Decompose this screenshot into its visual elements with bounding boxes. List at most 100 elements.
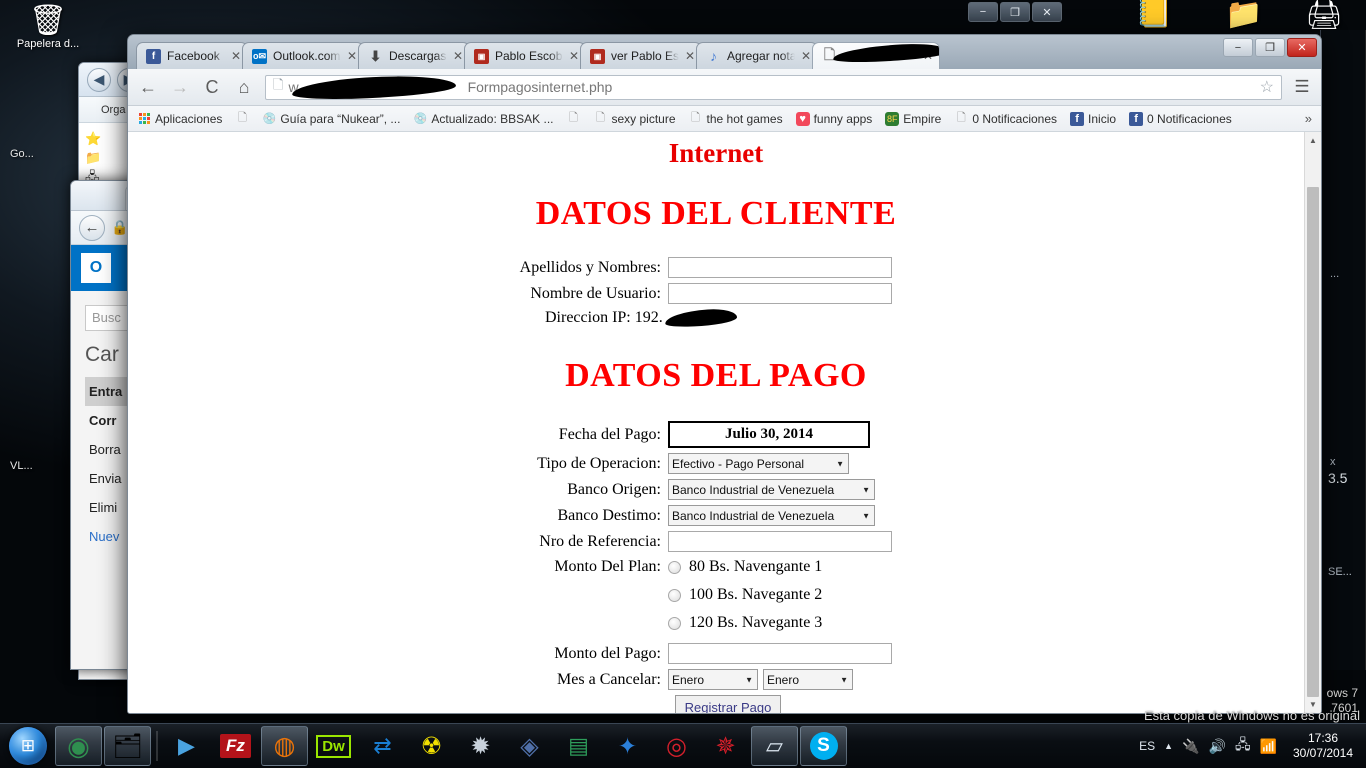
- chrome-close-button[interactable]: ✕: [1287, 38, 1317, 57]
- tab-close-icon[interactable]: ✕: [347, 49, 357, 63]
- taskbar-item-blue-app[interactable]: ✦: [604, 726, 651, 766]
- taskbar-item-notepad[interactable]: ▱: [751, 726, 798, 766]
- taskbar-item-skype[interactable]: S: [800, 726, 847, 766]
- tab-close-icon[interactable]: ✕: [569, 49, 579, 63]
- taskbar-item-explorer[interactable]: 🗂: [104, 726, 151, 766]
- bookmark-item-blank-1[interactable]: 🗋: [235, 112, 249, 126]
- desktop-icon-folder-b[interactable]: 📁: [1208, 0, 1280, 32]
- bookmark-star-icon[interactable]: ☆: [1260, 77, 1274, 97]
- volume-icon[interactable]: 🔊: [1209, 738, 1226, 755]
- bookmark-item-hot-games[interactable]: 🗋 the hot games: [689, 112, 783, 126]
- home-icon[interactable]: ⌂: [233, 77, 255, 98]
- show-hidden-icons-arrow[interactable]: ▲: [1164, 741, 1173, 751]
- registrar-pago-button[interactable]: Registrar Pago: [675, 695, 781, 713]
- monto-pago-input[interactable]: [668, 643, 892, 664]
- radio-icon[interactable]: [668, 588, 681, 602]
- taskbar-item-red-app[interactable]: ✵: [702, 726, 749, 766]
- chrome-browser-window[interactable]: f Facebook ✕ o✉ Outlook.com - ma ✕ ⬇ Des…: [127, 34, 1322, 714]
- network-icon[interactable]: 🖧: [1235, 734, 1251, 758]
- tab-outlook[interactable]: o✉ Outlook.com - ma ✕: [242, 42, 364, 69]
- apellidos-input[interactable]: [668, 257, 892, 278]
- tab-close-icon[interactable]: ✕: [453, 49, 463, 63]
- bookmark-item-empire[interactable]: 8F Empire: [885, 111, 941, 126]
- usuario-input[interactable]: [668, 283, 892, 304]
- reload-icon[interactable]: C: [201, 77, 223, 98]
- mes-hasta-select[interactable]: Enero: [763, 669, 853, 690]
- language-indicator[interactable]: ES: [1139, 739, 1155, 753]
- banco-destino-select[interactable]: Banco Industrial de Venezuela: [668, 505, 875, 526]
- chrome-minimize-button[interactable]: −: [1223, 38, 1253, 57]
- bg-close-button[interactable]: ✕: [1032, 2, 1062, 22]
- plan-option-1[interactable]: 80 Bs. Navengante 1: [668, 558, 822, 576]
- taskbar[interactable]: ⊞ ◉ 🗂 ▶ Fz ◍ Dw ⇄ ☢ ✹ ◈ ▤ ✦ ◎ ✵ ▱ S ES ▲…: [0, 723, 1366, 768]
- scrollbar-thumb[interactable]: [1307, 187, 1319, 697]
- chrome-tabstrip[interactable]: f Facebook ✕ o✉ Outlook.com - ma ✕ ⬇ Des…: [128, 35, 1321, 69]
- desktop-icon-label-fragment-1[interactable]: Go...: [10, 148, 34, 160]
- taskbar-item-chrome[interactable]: ◉: [55, 726, 102, 766]
- bookmark-item-nukear[interactable]: 💿 Guía para “Nukear”, ...: [262, 112, 401, 126]
- tab-facebook[interactable]: f Facebook ✕: [136, 42, 248, 69]
- tab-pablo-escobar-2[interactable]: ▣ ver Pablo Escobar ✕: [580, 42, 702, 69]
- tab-agregar-nota[interactable]: ♪ Agregar nota al fo ✕: [696, 42, 818, 69]
- page-scrollbar[interactable]: ▲ ▼: [1304, 132, 1321, 713]
- banco-origen-select[interactable]: Banco Industrial de Venezuela: [668, 479, 875, 500]
- bookmark-item-notificaciones-2[interactable]: f 0 Notificaciones: [1129, 111, 1232, 126]
- radio-icon[interactable]: [668, 616, 681, 630]
- bookmark-item-blank-2[interactable]: 🗋: [566, 112, 580, 126]
- explorer-back-button[interactable]: ◀: [87, 67, 111, 92]
- taskbar-item-filezilla[interactable]: Fz: [212, 726, 259, 766]
- chrome-menu-icon[interactable]: ☰: [1292, 77, 1312, 97]
- desktop-icon-recycle-bin[interactable]: 🗑 Papelera d...: [12, 4, 84, 50]
- battery-icon[interactable]: 🔌: [1182, 738, 1199, 755]
- radio-icon[interactable]: [668, 560, 681, 574]
- bg-minimize-button[interactable]: −: [968, 2, 998, 22]
- plan-option-2[interactable]: 100 Bs. Navegante 2: [668, 586, 822, 604]
- tab-close-icon[interactable]: ✕: [231, 49, 241, 63]
- address-bar[interactable]: 🗋 w Formpagosinternet.php ☆: [265, 73, 1282, 101]
- taskbar-item-winamp[interactable]: ✹: [457, 726, 504, 766]
- forward-icon[interactable]: →: [169, 77, 191, 98]
- taskbar-item-nuclear[interactable]: ☢: [408, 726, 455, 766]
- back-icon[interactable]: ←: [137, 77, 159, 98]
- bookmark-item-notificaciones-1[interactable]: 🗋 0 Notificaciones: [954, 112, 1057, 126]
- taskbar-item-media-player[interactable]: ▶: [163, 726, 210, 766]
- referencia-input[interactable]: [668, 531, 892, 552]
- tab-active-formpagos[interactable]: 🗋 ✕: [812, 42, 940, 69]
- tab-pablo-escobar-1[interactable]: ▣ Pablo Escobar el p ✕: [464, 42, 586, 69]
- fecha-pago-value[interactable]: Julio 30, 2014: [668, 421, 870, 448]
- system-tray[interactable]: ES ▲ 🔌 🔊 🖧 📶 17:36 30/07/2014: [1139, 731, 1366, 761]
- taskbar-item-dreamweaver[interactable]: Dw: [310, 726, 357, 766]
- bg-maximize-button[interactable]: ❐: [1000, 2, 1030, 22]
- mes-desde-select[interactable]: Enero: [668, 669, 758, 690]
- explorer-organize-label[interactable]: Orga: [101, 104, 125, 116]
- bookmark-item-funny-apps[interactable]: ♥ funny apps: [795, 111, 872, 126]
- start-button[interactable]: ⊞: [2, 725, 54, 767]
- plan-option-3[interactable]: 120 Bs. Navegante 3: [668, 614, 822, 632]
- taskbar-item-opera[interactable]: ◎: [653, 726, 700, 766]
- bookmark-item-sexy-picture[interactable]: 🗋 sexy picture: [593, 112, 675, 126]
- desktop-icon-folder-a[interactable]: 📒: [1118, 0, 1190, 30]
- chrome-maximize-button[interactable]: ❐: [1255, 38, 1285, 57]
- tipo-operacion-select[interactable]: Efectivo - Pago Personal: [668, 453, 849, 474]
- desktop-icon-notes[interactable]: 🖨: [1288, 0, 1360, 32]
- bookmark-item-inicio[interactable]: f Inicio: [1070, 111, 1116, 126]
- tab-close-icon[interactable]: ✕: [801, 49, 811, 63]
- tab-close-icon[interactable]: ✕: [685, 49, 695, 63]
- taskbar-item-package[interactable]: ◈: [506, 726, 553, 766]
- back-arrow-icon[interactable]: ←: [79, 214, 105, 241]
- chrome-window-controls[interactable]: − ❐ ✕: [1223, 38, 1317, 57]
- bookmarks-overflow-icon[interactable]: »: [1305, 111, 1312, 126]
- scroll-up-arrow-icon[interactable]: ▲: [1305, 132, 1321, 149]
- taskbar-item-teamviewer[interactable]: ⇄: [359, 726, 406, 766]
- bookmarks-bar[interactable]: Aplicaciones 🗋 💿 Guía para “Nukear”, ...…: [128, 106, 1321, 132]
- taskbar-item-app-green[interactable]: ▤: [555, 726, 602, 766]
- apps-shortcut[interactable]: Aplicaciones: [137, 112, 222, 126]
- background-window-controls[interactable]: − ❐ ✕: [968, 2, 1062, 22]
- desktop-icon-label-fragment-2[interactable]: VL...: [10, 460, 33, 472]
- tab-descargas[interactable]: ⬇ Descargas ✕: [358, 42, 470, 69]
- bookmark-item-bbsak[interactable]: 💿 Actualizado: BBSAK ...: [413, 112, 554, 126]
- chrome-toolbar[interactable]: ← → C ⌂ 🗋 w Formpagosinternet.php ☆ ☰: [128, 69, 1321, 106]
- signal-icon[interactable]: 📶: [1260, 738, 1277, 755]
- taskbar-item-firefox[interactable]: ◍: [261, 726, 308, 766]
- taskbar-clock[interactable]: 17:36 30/07/2014: [1286, 731, 1360, 761]
